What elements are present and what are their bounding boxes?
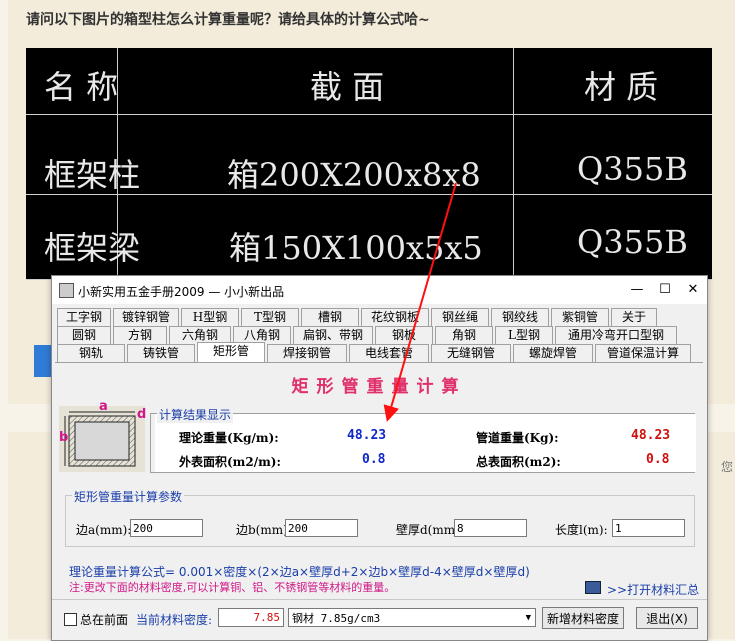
tab-wire-rope[interactable]: 钢丝绳 [431,308,489,326]
tab-row-1: 工字钢 镀锌钢管 H型钢 T型钢 槽钢 花纹钢板 钢丝绳 钢绞线 紫铜管 关于 [57,308,659,326]
diagram-label-b: b [59,430,69,445]
params-legend: 矩形管重量计算参数 [72,488,185,505]
note-text: 注:更改下面的材料密度,可以计算铜、铝、不锈钢管等材料的重量。 [69,581,396,594]
book-icon[interactable] [585,581,601,594]
thickness-input[interactable]: 8 [454,519,527,537]
theory-weight-label: 理论重量(Kg/m): [179,431,279,445]
question-title: 请问以下图片的箱型柱怎么计算重量呢？请给具体的计算公式哈~ [26,12,430,28]
pipe-weight-label: 管道重量(Kg): [476,431,559,445]
tab-rail[interactable]: 钢轨 [57,344,125,362]
length-label: 长度l(m): [555,523,608,537]
diagram-label-d: d [137,407,147,422]
surface-area-label: 外表面积(m2/m): [179,455,281,469]
tab-i-beam[interactable]: 工字钢 [57,308,111,326]
chevron-down-icon: ▼ [525,613,531,623]
tab-conduit[interactable]: 电线套管 [349,344,429,362]
tab-galvanized-pipe[interactable]: 镀锌钢管 [113,308,179,326]
tab-h-beam[interactable]: H型钢 [181,308,239,326]
cad-header-section: 截 面 [310,68,385,106]
surface-area-value: 0.8 [362,452,386,467]
cad-row-material: Q355B [577,150,688,188]
tab-cast-iron-pipe[interactable]: 铸铁管 [127,344,195,362]
side-a-label: 边a(mm): [76,523,132,537]
total-surface-value: 0.8 [646,452,670,467]
window-title: 小新实用五金手册2009 — 小小新出品 [78,285,285,299]
maximize-icon[interactable]: ☐ [652,280,678,300]
current-density-label: 当前材料密度: [136,613,213,627]
current-density-input[interactable]: 7.85 [218,608,284,627]
tab-l-beam[interactable]: L型钢 [495,326,553,344]
formula-text: 理论重量计算公式= 0.001×密度×(2×边a×壁厚d+2×边b×壁厚d-4×… [69,565,530,579]
side-b-input[interactable]: 200 [285,519,358,537]
cad-header-name: 名 称 [44,68,119,106]
cad-table-image: 名 称 截 面 材 质 框架柱 箱200X200x8x8 Q355B 框架梁 箱… [26,48,712,280]
tab-steel-plate[interactable]: 钢板 [375,326,433,344]
side-a-input[interactable]: 200 [130,519,203,537]
rect-tube-panel: 矩形管重量计算 a b d 计算结果显示 理论重量(Kg/m): 48.23 管… [55,362,703,597]
tab-flat-bar[interactable]: 扁钢、带钢 [293,326,373,344]
tab-rectangular-tube[interactable]: 矩形管 [197,342,265,362]
tab-cold-formed[interactable]: 通用冷弯开口型钢 [555,326,677,344]
tab-seamless-pipe[interactable]: 无缝钢管 [431,344,511,362]
side-text: 您 [721,460,734,474]
tab-channel[interactable]: 槽钢 [301,308,359,326]
app-icon [59,283,74,298]
theory-weight-value: 48.23 [347,428,387,443]
tab-square-bar[interactable]: 方钢 [113,326,167,344]
tab-about[interactable]: 关于 [611,308,657,326]
diagram-label-a: a [99,399,108,414]
length-input[interactable]: 1 [612,519,685,537]
tab-angle[interactable]: 角钢 [435,326,493,344]
close-icon[interactable]: ✕ [680,280,706,300]
bottom-bar: 总在前面 当前材料密度: 7.85 钢材 7.85g/cm3 ▼ 新增材料密度 … [52,599,707,640]
cad-row-material: Q355B [577,223,688,261]
rect-tube-diagram: a b d [59,399,147,472]
results-legend: 计算结果显示 [157,406,234,423]
material-select-value: 钢材 7.85g/cm3 [292,612,381,625]
open-material-summary-link[interactable]: >>打开材料汇总 [607,581,699,598]
minimize-icon[interactable]: — [624,280,650,300]
tab-round-bar[interactable]: 圆钢 [57,326,111,344]
material-select[interactable]: 钢材 7.85g/cm3 ▼ [288,608,536,627]
always-on-top-checkbox[interactable] [64,613,77,626]
total-surface-label: 总表面积(m2): [476,455,561,469]
cad-header-material: 材 质 [584,68,659,106]
pipe-weight-value: 48.23 [631,428,671,443]
cad-grid-line [26,114,712,115]
side-b-label: 边b(mm): [236,523,292,537]
cad-row-name: 框架柱 [44,156,141,194]
add-density-button[interactable]: 新增材料密度 [542,607,624,629]
tab-checker-plate[interactable]: 花纹钢板 [361,308,429,326]
tab-t-beam[interactable]: T型钢 [241,308,299,326]
always-on-top-label: 总在前面 [80,613,129,627]
tab-copper-pipe[interactable]: 紫铜管 [551,308,609,326]
panel-heading: 矩形管重量计算 [291,377,467,397]
rect-tube-diagram-svg [64,411,136,467]
calculator-window: 小新实用五金手册2009 — 小小新出品 — ☐ ✕ 工字钢 镀锌钢管 H型钢 … [51,275,708,641]
tab-strand[interactable]: 钢绞线 [491,308,549,326]
window-titlebar[interactable]: 小新实用五金手册2009 — 小小新出品 — ☐ ✕ [52,276,707,304]
tab-welded-pipe[interactable]: 焊接钢管 [267,344,347,362]
exit-button[interactable]: 退出(X) [636,607,698,629]
cad-grid-line [513,48,514,280]
params-group: 矩形管重量计算参数 边a(mm): 200 边b(mm): 200 壁厚d(mm… [65,488,695,547]
tab-insulation[interactable]: 管道保温计算 [595,344,691,362]
cad-row-section: 箱200X200x8x8 [227,156,481,194]
tab-row-2: 圆钢 方钢 六角钢 八角钢 扁钢、带钢 钢板 角钢 L型钢 通用冷弯开口型钢 [57,326,679,344]
tab-spiral-pipe[interactable]: 螺旋焊管 [513,344,593,362]
cad-row-section: 箱150X100x5x5 [229,229,483,267]
cad-row-name: 框架梁 [44,229,141,267]
tab-row-3: 钢轨 铸铁管 矩形管 焊接钢管 电线套管 无缝钢管 螺旋焊管 管道保温计算 [57,342,693,362]
results-group: 计算结果显示 理论重量(Kg/m): 48.23 管道重量(Kg): 48.23… [150,406,696,473]
